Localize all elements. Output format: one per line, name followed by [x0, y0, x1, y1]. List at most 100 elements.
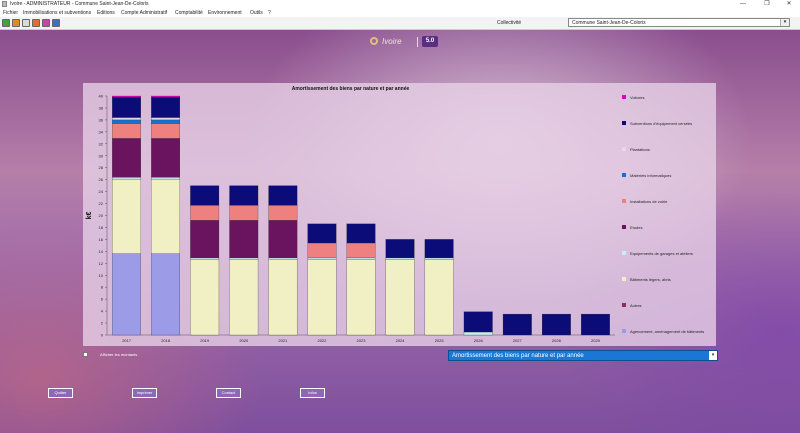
chevron-down-icon[interactable]: ▾	[709, 351, 717, 360]
bar-segment	[190, 205, 220, 221]
menu-editions[interactable]: Editions	[97, 10, 115, 16]
show-amounts-checkbox[interactable]	[83, 352, 88, 357]
bar-segment	[112, 95, 141, 98]
bar-segment	[346, 223, 376, 244]
legend-item: Agencement, aménagement de bâtiments	[622, 329, 716, 335]
minimize-button[interactable]: —	[732, 0, 754, 9]
export-icon[interactable]	[32, 19, 40, 27]
legend-label: Voitures	[630, 95, 645, 100]
x-tick-label: 2018	[161, 338, 171, 343]
logo-brand: Ivoire	[382, 37, 402, 46]
app-icon	[2, 1, 7, 7]
save-icon[interactable]	[12, 19, 20, 27]
bar-segment	[229, 205, 259, 221]
y-tick-label: 14	[99, 249, 104, 254]
bar-segment	[112, 117, 141, 121]
chart-view-value: Amortissement des biens par nature et pa…	[452, 353, 584, 359]
bar-segment	[346, 259, 376, 336]
menu-compte-administratif[interactable]: Compte Administratif	[121, 10, 167, 16]
legend-label: Subventions d'équipement versées	[630, 121, 693, 126]
legend-swatch	[622, 277, 626, 281]
bar-segment	[346, 242, 376, 259]
quit-button[interactable]: Quitter	[48, 388, 73, 398]
legend-label: Bâtiments légers, abris	[630, 277, 671, 282]
legend-swatch	[622, 251, 626, 255]
y-tick-label: 4	[101, 309, 104, 314]
contact-button[interactable]: Contact	[216, 388, 241, 398]
y-tick-label: 24	[99, 189, 104, 194]
bar-segment	[229, 185, 259, 206]
legend-label: Plantations	[630, 147, 650, 152]
menu-fichier[interactable]: Fichier	[3, 10, 18, 16]
bar-segment	[424, 257, 454, 260]
legend-swatch	[622, 329, 626, 333]
legend-item: Plantations	[622, 147, 716, 153]
legend-item: Bâtiments légers, abris	[622, 277, 716, 283]
logo-separator	[417, 37, 418, 47]
bar-segment	[307, 223, 337, 244]
app-icon[interactable]	[2, 19, 10, 27]
chart-icon[interactable]	[42, 19, 50, 27]
bar-segment	[229, 220, 259, 259]
x-tick-label: 2029	[591, 338, 601, 343]
bar-segment	[268, 259, 298, 336]
y-tick-label: 2	[101, 321, 104, 326]
maximize-button[interactable]: ❐	[756, 0, 778, 9]
y-tick-label: 18	[99, 225, 104, 230]
x-tick-label: 2028	[552, 338, 562, 343]
bar-segment	[268, 257, 298, 260]
disk-icon[interactable]	[52, 19, 60, 27]
legend-swatch	[622, 173, 626, 177]
x-tick-label: 2017	[122, 338, 132, 343]
chart-panel: Amortissement des biens par nature et pa…	[83, 83, 716, 346]
show-amounts-label: Afficher les montants	[100, 352, 138, 357]
y-tick-label: 28	[99, 165, 104, 170]
bar-segment	[229, 257, 259, 260]
chart-view-select[interactable]: Amortissement des biens par nature et pa…	[448, 350, 718, 361]
collectivite-select[interactable]: Commune Saint-Jean-De-Coloris ▾	[568, 18, 790, 27]
y-tick-label: 8	[101, 285, 104, 290]
x-tick-label: 2022	[317, 338, 327, 343]
bar-segment	[112, 177, 141, 180]
legend-item: Equipements de garages et ateliers	[622, 251, 716, 257]
y-tick-label: 32	[99, 141, 104, 146]
bar-segment	[346, 257, 376, 260]
legend-item: Subventions d'équipement versées	[622, 121, 716, 127]
window-title: Ivoire - ADMINISTRATEUR - Commune Saint-…	[10, 1, 149, 7]
close-button[interactable]: ✕	[778, 0, 800, 9]
legend-item: Installations de voirie	[622, 199, 716, 205]
y-tick-label: 16	[99, 237, 104, 242]
x-tick-label: 2025	[435, 338, 445, 343]
menu-comptabilite[interactable]: Comptabilité	[175, 10, 203, 16]
bar-segment	[385, 239, 415, 259]
y-tick-label: 12	[99, 261, 104, 266]
bar-segment	[190, 257, 220, 260]
print-button[interactable]: Imprimer	[132, 388, 157, 398]
bar-segment	[541, 313, 571, 336]
bar-segment	[268, 185, 298, 206]
legend-label: Equipements de garages et ateliers	[630, 251, 693, 256]
version-badge: 5.0	[422, 36, 438, 47]
print-icon[interactable]	[22, 19, 30, 27]
legend-swatch	[622, 225, 626, 229]
x-tick-label: 2026	[474, 338, 484, 343]
chart-legend: Voitures Subventions d'équipement versées…	[620, 83, 716, 346]
chevron-down-icon[interactable]: ▾	[780, 19, 789, 26]
legend-label: Installations de voirie	[630, 199, 668, 204]
menu-immobilisations[interactable]: Immobilisations et subventions	[23, 10, 91, 16]
bar-segment	[463, 311, 493, 333]
menu-help[interactable]: ?	[268, 10, 271, 16]
bar-segment	[151, 119, 181, 124]
bar-segment	[151, 178, 181, 254]
menu-environnement[interactable]: Environnement	[208, 10, 242, 16]
y-tick-label: 0	[101, 333, 104, 338]
menu-outils[interactable]: Outils	[250, 10, 263, 16]
info-button[interactable]: Infos	[300, 388, 325, 398]
bar-segment	[229, 259, 259, 336]
legend-label: Autres	[630, 303, 642, 308]
bar-segment	[151, 177, 181, 180]
bar-segment	[112, 178, 141, 254]
x-tick-label: 2027	[513, 338, 523, 343]
title-bar: Ivoire - ADMINISTRATEUR - Commune Saint-…	[0, 0, 800, 9]
legend-label: Etudes	[630, 225, 643, 230]
